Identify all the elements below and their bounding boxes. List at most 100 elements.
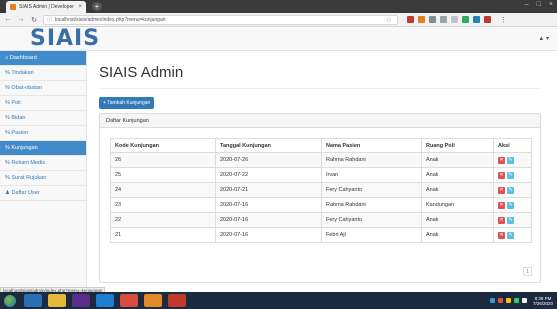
tab-title: SIAIS Admin | Developer xyxy=(19,4,74,10)
edit-button[interactable]: ✎ xyxy=(507,216,514,224)
start-button[interactable] xyxy=(4,294,16,307)
sidebar-item-obat-obatan[interactable]: % Obat-obatan xyxy=(0,81,86,96)
edit-button[interactable]: ✎ xyxy=(507,171,514,179)
actions-cell: ✕ ✎ xyxy=(493,227,532,243)
table-cell: 26 xyxy=(110,152,216,168)
sidebar-item-label: % Rekam Medis xyxy=(5,160,46,166)
sidebar-item-label: % Obat-obatan xyxy=(5,85,42,91)
table-cell: Rahma Rahdani xyxy=(321,197,422,213)
clock-time: 8:39 PM xyxy=(534,295,552,301)
app-icon[interactable] xyxy=(168,294,186,307)
table-row: 21 2020-07-16 Febri Aji Anak ✕ ✎ xyxy=(110,227,532,243)
tray-icon[interactable] xyxy=(513,298,519,303)
editor-app-icon[interactable] xyxy=(72,294,90,307)
sidebar-item-kunjungan[interactable]: % Kunjungan xyxy=(0,141,86,156)
table-cell: 2020-07-21 xyxy=(215,182,322,198)
tray-icon[interactable] xyxy=(497,298,503,303)
extension-icon[interactable] xyxy=(451,16,458,23)
sidebar-item-surat-rujukan[interactable]: % Surat Rujukan xyxy=(0,171,86,186)
kunjungan-panel: Daftar Kunjungan Kode Kunjungan Tanggal … xyxy=(99,113,541,283)
table-cell: 25 xyxy=(110,167,216,183)
sidebar-item-label: Daftar User xyxy=(11,190,40,196)
folder-app-icon[interactable] xyxy=(48,294,66,307)
url-input[interactable]: ⓘ localhost/siais/admin/index.php?menu=k… xyxy=(43,14,398,25)
sidebar-item-dashboard[interactable]: ⌂ Dashboard xyxy=(0,51,86,66)
edit-button[interactable]: ✎ xyxy=(507,156,514,164)
app-icon[interactable] xyxy=(144,294,162,307)
delete-button[interactable]: ✕ xyxy=(498,156,505,164)
table-cell: 2020-07-22 xyxy=(215,167,322,183)
extension-icon[interactable] xyxy=(407,16,414,23)
table-cell: Fery Cahyanto xyxy=(321,212,422,228)
panel-heading: Daftar Kunjungan xyxy=(100,114,540,128)
table-cell: Rahma Rahdani xyxy=(321,152,422,168)
edit-button[interactable]: ✎ xyxy=(507,186,514,194)
clock-date: 7/26/2020 xyxy=(532,300,553,306)
close-icon[interactable]: × xyxy=(78,4,82,10)
minimize-icon[interactable]: – xyxy=(525,1,529,8)
actions-cell: ✕ ✎ xyxy=(493,182,532,198)
table-row: 23 2020-07-16 Rahma Rahdani Kandungan ✕ ✎ xyxy=(110,197,532,213)
tray-icon[interactable] xyxy=(505,298,511,303)
table-row: 25 2020-07-22 Irvan Anak ✕ ✎ xyxy=(110,167,532,183)
column-header[interactable]: Nama Pasien xyxy=(321,138,422,153)
tray-icon[interactable] xyxy=(489,298,495,303)
bookmark-star-icon[interactable]: ☆ xyxy=(386,16,394,24)
table-cell: Anak xyxy=(421,182,494,198)
pagination-page[interactable]: 1 xyxy=(523,267,532,276)
sidebar-item-label: % Poli xyxy=(5,100,21,106)
extension-icon[interactable] xyxy=(440,16,447,23)
delete-button[interactable]: ✕ xyxy=(498,186,505,194)
close-window-icon[interactable]: × xyxy=(549,1,553,8)
actions-cell: ✕ ✎ xyxy=(493,152,532,168)
browser-app-icon[interactable] xyxy=(24,294,42,307)
extension-icon[interactable] xyxy=(462,16,469,23)
app-topbar: SIAIS ▲ ▾ xyxy=(0,26,557,51)
table-cell: Anak xyxy=(421,152,494,168)
sidebar-item-rekam-medis[interactable]: % Rekam Medis xyxy=(0,156,86,171)
delete-button[interactable]: ✕ xyxy=(498,216,505,224)
chrome-app-icon[interactable] xyxy=(120,294,138,307)
sidebar-item-tindakan[interactable]: % Tindakan xyxy=(0,66,86,81)
info-icon[interactable]: ⓘ xyxy=(47,16,52,23)
volume-icon[interactable] xyxy=(521,298,527,303)
sidebar-item-label: % Kunjungan xyxy=(5,145,38,151)
table-cell: Anak xyxy=(421,212,494,228)
actions-cell: ✕ ✎ xyxy=(493,197,532,213)
reload-icon[interactable]: ↻ xyxy=(30,16,38,24)
column-header[interactable]: Tanggal Kunjungan xyxy=(215,138,322,153)
new-tab-button[interactable]: + xyxy=(92,2,102,11)
edit-button[interactable]: ✎ xyxy=(507,201,514,209)
sidebar-item-daftar-user[interactable]: ♟ Daftar User xyxy=(0,186,86,201)
column-header: Aksi xyxy=(493,138,532,153)
sidebar-item-label: % Bidan xyxy=(5,115,26,121)
column-header[interactable]: Ruang Poli xyxy=(421,138,494,153)
vscode-app-icon[interactable] xyxy=(96,294,114,307)
add-kunjungan-button[interactable]: + Tambah Kunjungan xyxy=(99,97,155,109)
sidebar-item-poli[interactable]: % Poli xyxy=(0,96,86,111)
table-row: 22 2020-07-16 Fery Cahyanto Anak ✕ ✎ xyxy=(110,212,532,228)
sidebar-item-pasien[interactable]: % Pasien xyxy=(0,126,86,141)
back-icon[interactable]: ← xyxy=(4,16,12,23)
delete-button[interactable]: ✕ xyxy=(498,231,505,239)
delete-button[interactable]: ✕ xyxy=(498,201,505,209)
extension-icon[interactable] xyxy=(418,16,425,23)
brand-logo[interactable]: SIAIS xyxy=(30,26,100,51)
column-header[interactable]: Kode Kunjungan xyxy=(110,138,216,153)
delete-button[interactable]: ✕ xyxy=(498,171,505,179)
user-menu[interactable]: ▲ ▾ xyxy=(538,35,549,42)
forward-icon[interactable]: → xyxy=(17,16,25,23)
sidebar-item-bidan[interactable]: % Bidan xyxy=(0,111,86,126)
extension-icon[interactable] xyxy=(473,16,480,23)
browser-tab[interactable]: SIAIS Admin | Developer × xyxy=(6,1,86,13)
page-title: SIAIS Admin xyxy=(99,64,184,81)
table-row: 24 2020-07-21 Fery Cahyanto Anak ✕ ✎ xyxy=(110,182,532,198)
profile-avatar-icon[interactable] xyxy=(484,16,491,23)
browser-menu-icon[interactable]: ⋮ xyxy=(500,16,507,24)
edit-button[interactable]: ✎ xyxy=(507,231,514,239)
maximize-icon[interactable]: □ xyxy=(537,1,541,8)
extension-icon[interactable] xyxy=(429,16,436,23)
kunjungan-table: Kode Kunjungan Tanggal Kunjungan Nama Pa… xyxy=(110,138,532,243)
clock[interactable]: 8:39 PM 7/26/2020 xyxy=(533,296,553,306)
table-cell: Irvan xyxy=(321,167,422,183)
